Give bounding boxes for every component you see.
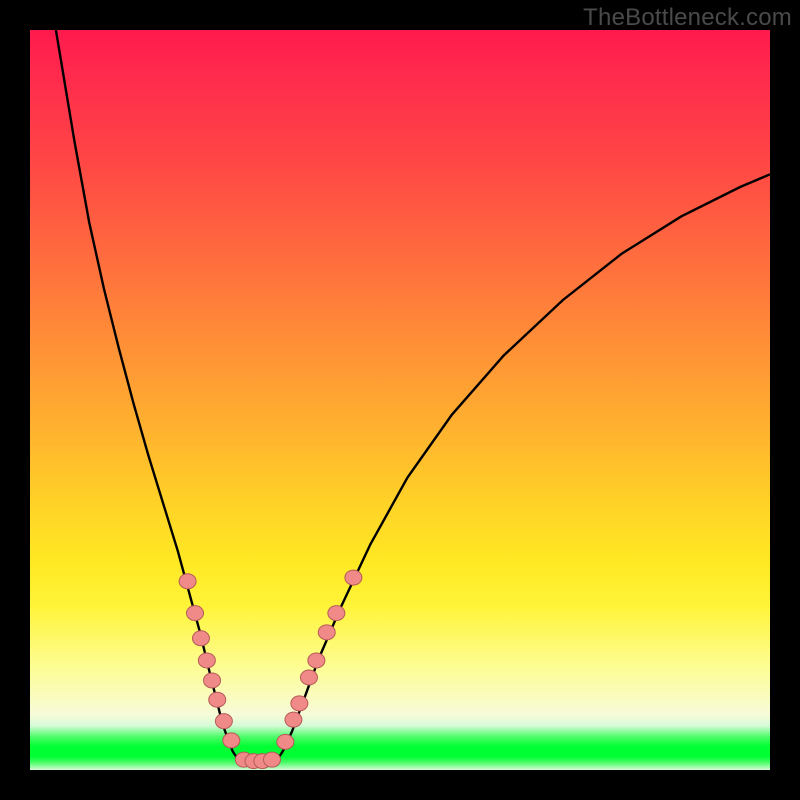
curve-left-branch <box>56 30 242 761</box>
marker-left-3 <box>198 653 215 668</box>
curve-right-branch <box>276 174 770 761</box>
marker-left-4 <box>204 673 221 688</box>
marker-right-1 <box>285 712 302 727</box>
marker-left-6 <box>215 714 232 729</box>
marker-floor-3 <box>263 752 280 767</box>
marker-left-7 <box>223 733 240 748</box>
marker-right-7 <box>345 570 362 585</box>
marker-right-3 <box>300 670 317 685</box>
plot-area <box>30 30 770 770</box>
marker-left-2 <box>192 631 209 646</box>
marker-right-4 <box>308 653 325 668</box>
marker-right-2 <box>291 696 308 711</box>
marker-right-0 <box>277 734 294 749</box>
marker-layer <box>179 570 362 769</box>
marker-left-0 <box>179 574 196 589</box>
watermark-text: TheBottleneck.com <box>583 4 792 32</box>
marker-right-6 <box>328 606 345 621</box>
marker-left-1 <box>187 606 204 621</box>
marker-right-5 <box>318 625 335 640</box>
marker-left-5 <box>209 692 226 707</box>
chart-frame: TheBottleneck.com <box>0 0 800 800</box>
curve-layer <box>30 30 770 770</box>
